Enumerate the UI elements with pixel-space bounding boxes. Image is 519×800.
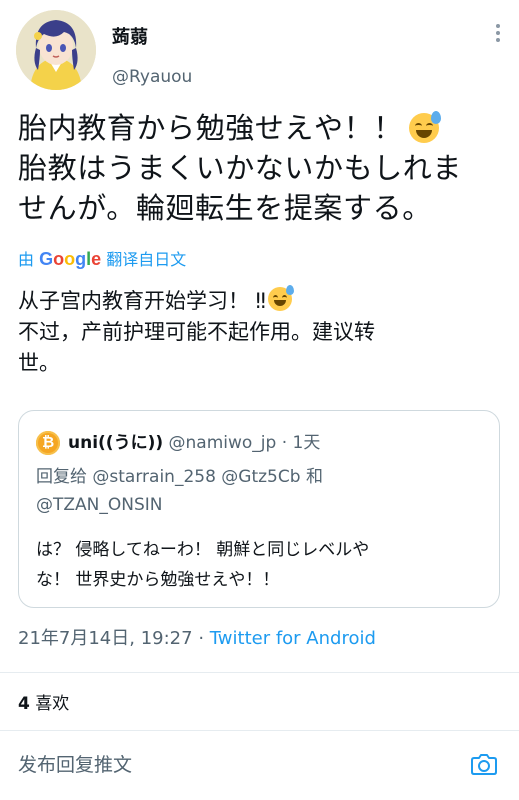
reply-prefix: 回复给	[36, 467, 87, 487]
divider	[0, 672, 519, 673]
likes-count: 4	[18, 694, 30, 714]
translated-line-3: 世。	[18, 351, 60, 375]
translation-prefix: 由	[18, 250, 35, 269]
quote-time: 1天	[292, 433, 321, 453]
tweet-source-link[interactable]: Twitter for Android	[210, 628, 376, 649]
quote-text: は？ 侵略してねーわ！ 朝鮮と同じレベルや な！ 世界史から勉強せえや！！	[36, 535, 491, 595]
translated-line-2: 不过，产前护理可能不起作用。建议转	[18, 320, 375, 344]
author-handle[interactable]: @Ryauou	[112, 66, 192, 88]
tweet-text: 胎内教育から勉強せえや！！ 胎教はうまくいかないかもしれま せんが。輪廻転生を提…	[18, 108, 508, 228]
sweat-smile-emoji-icon	[408, 111, 441, 143]
quote-reply-context: 回复给 @starrain_258 @Gtz5Cb 和 @TZAN_ONSIN	[36, 463, 486, 519]
quote-text-line-1: は？ 侵略してねーわ！ 朝鮮と同じレベルや	[36, 540, 370, 560]
quote-avatar	[36, 431, 60, 455]
tweet-date[interactable]: 21年7月14日, 19:27	[18, 628, 193, 649]
avatar[interactable]	[16, 10, 96, 90]
tweet-line-3: せんが。輪廻転生を提案する。	[18, 191, 432, 225]
likes-stat[interactable]: 4 喜欢	[18, 692, 69, 716]
author-name[interactable]: 蒟蒻	[112, 27, 148, 49]
translated-text: 从子宫内教育开始学习！ ‼ 不过，产前护理可能不起作用。建议转 世。	[18, 285, 498, 379]
divider	[0, 730, 519, 731]
camera-icon[interactable]	[469, 749, 499, 779]
quote-author-handle: @namiwo_jp	[168, 433, 277, 453]
quote-author-name: uni((うに))	[68, 433, 164, 453]
sweat-smile-emoji-icon	[267, 285, 294, 311]
likes-label: 喜欢	[35, 694, 70, 714]
quoted-tweet[interactable]: uni((うに)) @namiwo_jp · 1天 回复给 @starrain_…	[18, 410, 500, 608]
quote-separator: ·	[281, 433, 288, 453]
quote-header: uni((うに)) @namiwo_jp · 1天	[68, 431, 320, 455]
quote-text-line-2: な！ 世界史から勉強せえや！！	[36, 570, 280, 590]
more-vertical-icon[interactable]	[488, 24, 508, 48]
reply-input[interactable]: 发布回复推文	[18, 752, 132, 778]
reply-user-link[interactable]: @starrain_258	[92, 467, 215, 487]
translation-label: 翻译自日文	[106, 250, 187, 269]
tweet-line-2: 胎教はうまくいかないかもしれま	[18, 151, 463, 185]
reply-user-link[interactable]: @TZAN_ONSIN	[36, 495, 163, 515]
tweet-header: 蒟蒻 @Ryauou	[16, 10, 506, 90]
meta-separator: ·	[198, 628, 205, 649]
translated-line-1: 从子宫内教育开始学习！ ‼	[18, 289, 266, 313]
reply-user-link[interactable]: @Gtz5Cb	[221, 467, 300, 487]
google-logo: Google	[39, 249, 102, 269]
tweet-timestamp: 21年7月14日, 19:27 · Twitter for Android	[18, 626, 376, 652]
tweet-line-1: 胎内教育から勉強せえや！！	[18, 111, 403, 145]
reply-and: 和	[305, 467, 323, 487]
translation-attribution[interactable]: 由 Google 翻译自日文	[18, 248, 186, 271]
